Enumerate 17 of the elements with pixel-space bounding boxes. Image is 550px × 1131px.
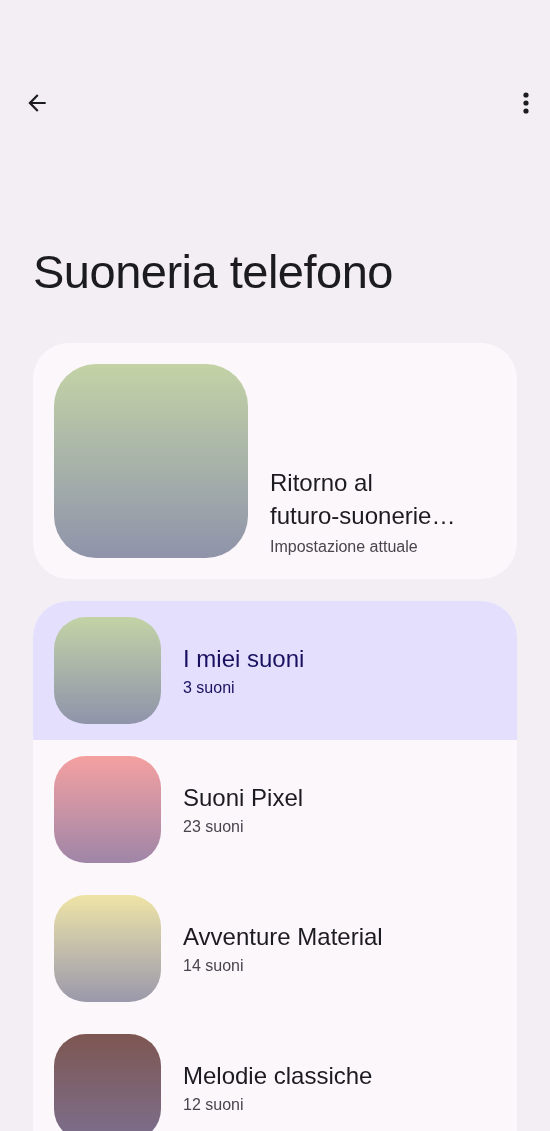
category-item[interactable]: Avventure Material 14 suoni — [33, 879, 517, 1018]
category-item[interactable]: Suoni Pixel 23 suoni — [33, 740, 517, 879]
page-title: Suoneria telefono — [32, 244, 394, 295]
category-item[interactable]: I miei suoni 3 suoni — [33, 601, 517, 740]
more-icon[interactable] — [522, 91, 530, 115]
sound-count: 12 suoni — [183, 1095, 245, 1114]
ringtone-subtitle: Impostazione attuale — [270, 538, 419, 556]
category-name: I miei suoni — [183, 644, 305, 673]
category-name: Suoni Pixel — [183, 783, 304, 812]
category-name: Avventure Material — [183, 922, 383, 951]
sound-count: 23 suoni — [183, 817, 245, 836]
category-name: Melodie classiche — [183, 1061, 373, 1090]
sound-count: 3 suoni — [183, 678, 236, 697]
sound-count: 14 suoni — [183, 956, 245, 975]
current-ringtone-card[interactable]: Ritorno al futuro-suonerie… Impostazione attuale — [33, 343, 517, 579]
category-item[interactable]: Melodie classiche 12 suoni — [33, 1018, 517, 1131]
ringtone-title: Ritorno al futuro-suonerie… — [270, 468, 457, 531]
